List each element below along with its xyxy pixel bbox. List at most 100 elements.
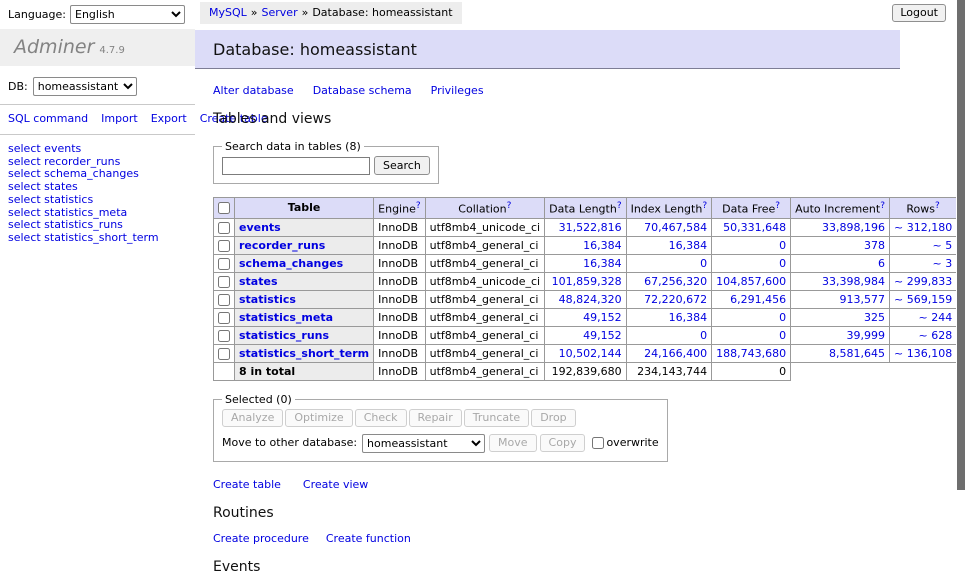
auto-increment-link[interactable]: 33,398,984 — [822, 275, 885, 288]
rows-count-link[interactable]: ~ 3 — [932, 257, 952, 270]
logout-button[interactable]: Logout — [892, 4, 946, 22]
collation-cell: utf8mb4_general_ci — [425, 290, 544, 308]
overwrite-checkbox[interactable] — [592, 437, 604, 449]
row-checkbox-states[interactable] — [218, 276, 230, 288]
rows-count-link[interactable]: ~ 569,159 — [894, 293, 952, 306]
index-length-link[interactable]: 67,256,320 — [644, 275, 707, 288]
move-row: Move to other database: homeassistantMove… — [222, 434, 659, 453]
scrollbar[interactable] — [956, 0, 966, 543]
data-length-link[interactable]: 48,824,320 — [559, 293, 622, 306]
create-view-link[interactable]: Create view — [303, 478, 368, 491]
column-help-link[interactable]: ? — [702, 201, 707, 211]
data-free-link[interactable]: 0 — [779, 329, 786, 342]
index-length-link[interactable]: 16,384 — [669, 239, 708, 252]
table-link-states[interactable]: states — [239, 275, 278, 288]
table-link-statistics[interactable]: statistics — [239, 293, 296, 306]
row-checkbox-statistics-short-term[interactable] — [218, 348, 230, 360]
rows-count-link[interactable]: ~ 628 — [918, 329, 952, 342]
column-help-link[interactable]: ? — [617, 201, 622, 211]
auto-increment-link[interactable]: 6 — [878, 257, 885, 270]
data-free-link[interactable]: 0 — [779, 311, 786, 324]
index-length-link[interactable]: 16,384 — [669, 311, 708, 324]
column-help-link[interactable]: ? — [507, 201, 512, 211]
row-checkbox-statistics[interactable] — [218, 294, 230, 306]
sidebar-item-select-statistics[interactable]: select statistics — [8, 194, 187, 207]
select-all-checkbox[interactable] — [218, 202, 230, 214]
table-link-statistics-meta[interactable]: statistics_meta — [239, 311, 333, 324]
column-help-link[interactable]: ? — [416, 201, 421, 211]
sql-command-link[interactable]: SQL command — [8, 112, 88, 125]
data-free-link[interactable]: 50,331,648 — [723, 221, 786, 234]
data-length-link[interactable]: 49,152 — [583, 311, 622, 324]
data-length-link[interactable]: 31,522,816 — [559, 221, 622, 234]
table-link-statistics-runs[interactable]: statistics_runs — [239, 329, 329, 342]
column-help-link[interactable]: ? — [880, 201, 885, 211]
row-checkbox-statistics-runs[interactable] — [218, 330, 230, 342]
move-to-database-label: Move to other database: — [222, 436, 357, 449]
truncate-button[interactable]: Truncate — [464, 409, 529, 427]
table-link-statistics-short-term[interactable]: statistics_short_term — [239, 347, 369, 360]
analyze-button[interactable]: Analyze — [222, 409, 283, 427]
create-table-link[interactable]: Create table — [213, 478, 281, 491]
copy-button[interactable]: Copy — [540, 434, 586, 452]
total-data-free: 0 — [712, 362, 791, 380]
index-length-link[interactable]: 0 — [700, 257, 707, 270]
move-button[interactable]: Move — [489, 434, 537, 452]
table-link-recorder-runs[interactable]: recorder_runs — [239, 239, 325, 252]
auto-increment-link[interactable]: 39,999 — [847, 329, 886, 342]
data-free-link[interactable]: 104,857,600 — [716, 275, 786, 288]
data-length-link[interactable]: 49,152 — [583, 329, 622, 342]
check-button[interactable]: Check — [355, 409, 407, 427]
database-schema-link[interactable]: Database schema — [313, 84, 412, 97]
index-length-link[interactable]: 70,467,584 — [644, 221, 707, 234]
index-length-link[interactable]: 24,166,400 — [644, 347, 707, 360]
drop-button[interactable]: Drop — [531, 409, 575, 427]
data-length-link[interactable]: 16,384 — [583, 239, 622, 252]
data-length-link[interactable]: 16,384 — [583, 257, 622, 270]
index-length-link[interactable]: 0 — [700, 329, 707, 342]
row-checkbox-schema-changes[interactable] — [218, 258, 230, 270]
rows-count-link[interactable]: ~ 299,833 — [894, 275, 952, 288]
data-free-link[interactable]: 188,743,680 — [716, 347, 786, 360]
data-length-link[interactable]: 10,502,144 — [559, 347, 622, 360]
alter-database-link[interactable]: Alter database — [213, 84, 294, 97]
import-link[interactable]: Import — [101, 112, 138, 125]
index-length-link[interactable]: 72,220,672 — [644, 293, 707, 306]
auto-increment-link[interactable]: 378 — [864, 239, 885, 252]
breadcrumb-mysql-link[interactable]: MySQL — [209, 6, 247, 19]
privileges-link[interactable]: Privileges — [431, 84, 484, 97]
data-free-link[interactable]: 0 — [779, 257, 786, 270]
db-select[interactable]: homeassistant — [33, 77, 137, 96]
rows-count-link[interactable]: ~ 244 — [918, 311, 952, 324]
column-help-link[interactable]: ? — [775, 201, 780, 211]
auto-increment-link[interactable]: 913,577 — [840, 293, 886, 306]
search-input[interactable] — [222, 157, 370, 175]
sidebar-item-select-events[interactable]: select events — [8, 143, 187, 156]
auto-increment-link[interactable]: 8,581,645 — [829, 347, 885, 360]
auto-increment-link[interactable]: 325 — [864, 311, 885, 324]
rows-count-link[interactable]: ~ 5 — [932, 239, 952, 252]
language-select[interactable]: English — [70, 5, 185, 24]
data-length-link[interactable]: 101,859,328 — [552, 275, 622, 288]
scrollbar-thumb[interactable] — [957, 0, 965, 490]
breadcrumb-server-link[interactable]: Server — [262, 6, 298, 19]
export-link[interactable]: Export — [151, 112, 187, 125]
auto-increment-link[interactable]: 33,898,196 — [822, 221, 885, 234]
data-free-link[interactable]: 0 — [779, 239, 786, 252]
row-checkbox-events[interactable] — [218, 222, 230, 234]
sidebar-item-select-statistics-short-term[interactable]: select statistics_short_term — [8, 232, 187, 245]
sidebar-item-select-states[interactable]: select states — [8, 181, 187, 194]
table-link-schema-changes[interactable]: schema_changes — [239, 257, 343, 270]
search-button[interactable]: Search — [374, 156, 430, 175]
optimize-button[interactable]: Optimize — [285, 409, 352, 427]
rows-count-link[interactable]: ~ 136,108 — [894, 347, 952, 360]
data-free-link[interactable]: 6,291,456 — [730, 293, 786, 306]
row-checkbox-recorder-runs[interactable] — [218, 240, 230, 252]
table-link-events[interactable]: events — [239, 221, 281, 234]
column-help-link[interactable]: ? — [935, 201, 940, 211]
move-database-select[interactable]: homeassistant — [362, 434, 485, 453]
routines-heading: Routines — [213, 505, 956, 521]
rows-count-link[interactable]: ~ 312,180 — [894, 221, 952, 234]
repair-button[interactable]: Repair — [409, 409, 462, 427]
row-checkbox-statistics-meta[interactable] — [218, 312, 230, 324]
